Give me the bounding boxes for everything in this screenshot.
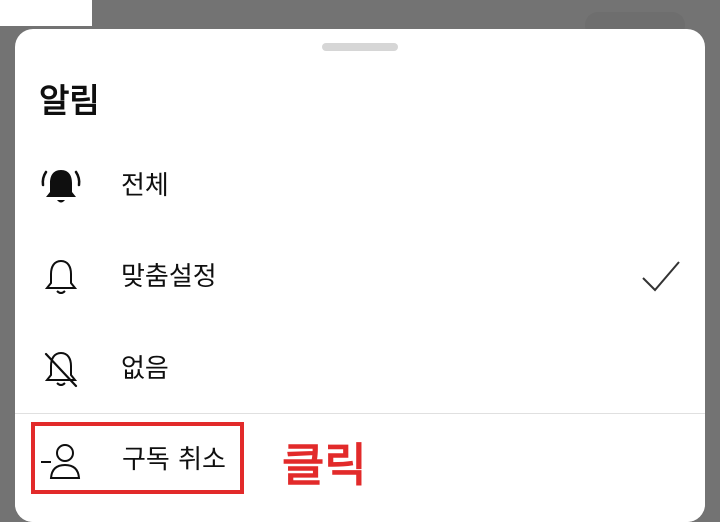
annotation-highlight-box [31, 422, 244, 494]
option-none[interactable]: 없음 [15, 334, 705, 404]
sheet-title: 알림 [39, 81, 100, 120]
sheet-bottom [15, 503, 705, 522]
option-label: 없음 [121, 354, 169, 384]
sheet-drag-handle[interactable] [322, 43, 398, 51]
checkmark-icon [642, 261, 680, 292]
divider [15, 413, 705, 414]
bell-off-icon [44, 351, 78, 388]
option-all[interactable]: 전체 [15, 151, 705, 221]
annotation-click-text: 클릭 [282, 438, 367, 492]
background-app-header [0, 0, 92, 26]
option-label: 맞춤설정 [121, 262, 217, 292]
option-label: 전체 [121, 171, 169, 201]
bell-outline-icon [44, 259, 78, 294]
option-custom[interactable]: 맞춤설정 [15, 242, 705, 312]
bell-ringing-filled-icon [41, 170, 81, 203]
